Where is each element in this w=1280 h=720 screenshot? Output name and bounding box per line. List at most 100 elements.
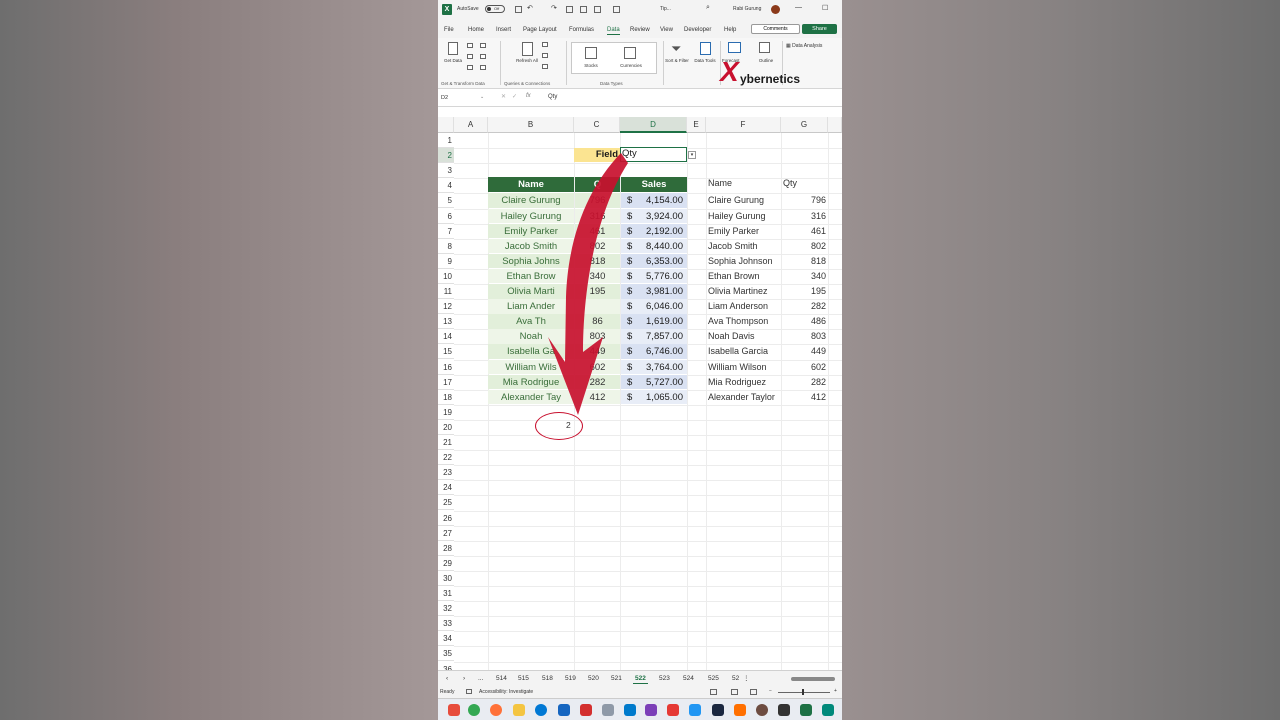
lookup-cell-qty[interactable]: 461 bbox=[781, 224, 826, 239]
lookup-cell-name[interactable]: Ava Thompson bbox=[708, 314, 781, 329]
outline-button[interactable]: Outline bbox=[753, 58, 779, 63]
undo-icon[interactable]: ↶ bbox=[527, 4, 533, 12]
refresh-all-button[interactable]: Refresh All bbox=[512, 58, 542, 63]
cancel-icon[interactable]: ✕ bbox=[501, 93, 506, 100]
lookup-cell-name[interactable]: William Wilson bbox=[708, 360, 781, 375]
lookup-cell-name[interactable]: Claire Gurung bbox=[708, 193, 781, 208]
row-header-30[interactable]: 30 bbox=[438, 571, 454, 586]
lookup-cell-qty[interactable]: 195 bbox=[781, 284, 826, 299]
row-header-33[interactable]: 33 bbox=[438, 616, 454, 632]
outline-icon[interactable] bbox=[759, 42, 770, 53]
data-analysis-button[interactable]: ▦ Data Analysis bbox=[786, 43, 822, 49]
column-header-g[interactable]: G bbox=[781, 117, 828, 133]
calendar-icon[interactable] bbox=[558, 704, 570, 716]
vscode-icon[interactable] bbox=[624, 704, 636, 716]
function-icon[interactable]: fx bbox=[526, 93, 531, 99]
lookup-cell-name[interactable]: Mia Rodriguez bbox=[708, 375, 781, 390]
row-header-12[interactable]: 12 bbox=[438, 299, 454, 315]
row-header-23[interactable]: 23 bbox=[438, 465, 454, 481]
lookup-cell-qty[interactable]: 282 bbox=[781, 375, 826, 390]
row-header-6[interactable]: 6 bbox=[438, 209, 454, 224]
camera-icon[interactable] bbox=[594, 6, 601, 13]
tab-home[interactable]: Home bbox=[468, 27, 484, 33]
tab-page-layout[interactable]: Page Layout bbox=[523, 27, 557, 33]
recent-sources-icon[interactable] bbox=[480, 43, 486, 48]
minimize-icon[interactable]: — bbox=[795, 4, 802, 11]
lookup-cell-name[interactable]: Alexander Taylor bbox=[708, 390, 781, 405]
share-button[interactable]: Share bbox=[802, 24, 837, 34]
sheet-tab-521[interactable]: 521 bbox=[611, 675, 622, 682]
from-text-icon[interactable] bbox=[467, 43, 473, 48]
lookup-cell-qty[interactable]: 486 bbox=[781, 314, 826, 329]
firefox-icon[interactable] bbox=[490, 704, 502, 716]
maximize-icon[interactable]: ☐ bbox=[822, 4, 828, 12]
sheet-scroll-icon[interactable]: ⋮ bbox=[743, 674, 750, 682]
file-explorer-icon[interactable] bbox=[513, 704, 525, 716]
row-header-4[interactable]: 4 bbox=[438, 178, 454, 194]
photoshop-icon[interactable] bbox=[712, 704, 724, 716]
row-header-11[interactable]: 11 bbox=[438, 284, 454, 300]
sheet-tab-more[interactable]: ... bbox=[478, 675, 483, 682]
row-header-18[interactable]: 18 bbox=[438, 390, 454, 405]
row-header-2[interactable]: 2 bbox=[438, 148, 454, 164]
terminal-icon[interactable] bbox=[778, 704, 790, 716]
from-table-icon[interactable] bbox=[467, 65, 473, 70]
row-header-20[interactable]: 20 bbox=[438, 420, 454, 435]
column-header-e[interactable]: E bbox=[687, 117, 706, 133]
row-header-9[interactable]: 9 bbox=[438, 254, 454, 269]
currencies-button[interactable]: Currencies bbox=[614, 63, 648, 68]
accessibility-status[interactable]: Accessibility: Investigate bbox=[479, 689, 533, 695]
lookup-cell-qty[interactable]: 803 bbox=[781, 329, 826, 344]
existing-connections-icon[interactable] bbox=[480, 54, 486, 59]
edit-links-icon[interactable] bbox=[542, 64, 548, 69]
select-all-corner[interactable] bbox=[438, 117, 454, 133]
row-header-14[interactable]: 14 bbox=[438, 329, 454, 345]
row-header-35[interactable]: 35 bbox=[438, 646, 454, 662]
app-icon[interactable] bbox=[822, 704, 834, 716]
lookup-cell-name[interactable]: Liam Anderson bbox=[708, 299, 781, 314]
lookup-cell-qty[interactable]: 316 bbox=[781, 209, 826, 224]
row-header-19[interactable]: 19 bbox=[438, 405, 454, 420]
lookup-cell-qty[interactable]: 340 bbox=[781, 269, 826, 284]
row-header-5[interactable]: 5 bbox=[438, 193, 454, 209]
row-header-25[interactable]: 25 bbox=[438, 495, 454, 511]
autosave-toggle[interactable]: Off bbox=[485, 5, 505, 13]
lookup-cell-qty[interactable]: 802 bbox=[781, 239, 826, 254]
queries-icon[interactable] bbox=[542, 42, 548, 47]
sublime-icon[interactable] bbox=[734, 704, 746, 716]
row-header-8[interactable]: 8 bbox=[438, 239, 454, 254]
enter-icon[interactable]: ✓ bbox=[512, 93, 517, 100]
page-break-view-icon[interactable] bbox=[750, 689, 757, 695]
tab-developer[interactable]: Developer bbox=[684, 27, 711, 33]
format-painter-icon[interactable] bbox=[566, 6, 573, 13]
horizontal-scrollbar[interactable] bbox=[791, 677, 835, 681]
comments-button[interactable]: Comments bbox=[751, 24, 800, 34]
quick-access-icon[interactable] bbox=[613, 6, 620, 13]
lookup-cell-qty[interactable]: 282 bbox=[781, 299, 826, 314]
forecast-icon[interactable] bbox=[728, 42, 741, 53]
tool-icon[interactable] bbox=[602, 704, 614, 716]
sheet-tab-523[interactable]: 523 bbox=[659, 675, 670, 682]
row-header-21[interactable]: 21 bbox=[438, 435, 454, 451]
get-data-icon[interactable] bbox=[448, 42, 458, 55]
sheet-tab-52[interactable]: 52 bbox=[732, 675, 739, 682]
row-header-31[interactable]: 31 bbox=[438, 586, 454, 602]
obs-icon[interactable] bbox=[756, 704, 768, 716]
filezilla-icon[interactable] bbox=[580, 704, 592, 716]
lookup-cell-name[interactable]: Isabella Garcia bbox=[708, 344, 781, 359]
lookup-cell-name[interactable]: Emily Parker bbox=[708, 224, 781, 239]
print-icon[interactable] bbox=[580, 6, 587, 13]
lookup-cell-name[interactable]: Ethan Brown bbox=[708, 269, 781, 284]
lookup-cell-qty[interactable]: 412 bbox=[781, 390, 826, 405]
search-icon[interactable]: ⌕ bbox=[706, 4, 710, 12]
lookup-cell-name[interactable]: Sophia Johnson bbox=[708, 254, 781, 269]
row-header-10[interactable]: 10 bbox=[438, 269, 454, 284]
get-data-button[interactable]: Get Data bbox=[442, 58, 464, 63]
right-header-qty[interactable]: Qty bbox=[783, 178, 797, 188]
row-header-13[interactable]: 13 bbox=[438, 314, 454, 330]
redo-icon[interactable]: ↷ bbox=[551, 4, 557, 12]
data-tools-icon[interactable] bbox=[700, 42, 711, 55]
row-header-1[interactable]: 1 bbox=[438, 133, 454, 149]
row-header-7[interactable]: 7 bbox=[438, 224, 454, 239]
row-header-32[interactable]: 32 bbox=[438, 601, 454, 617]
